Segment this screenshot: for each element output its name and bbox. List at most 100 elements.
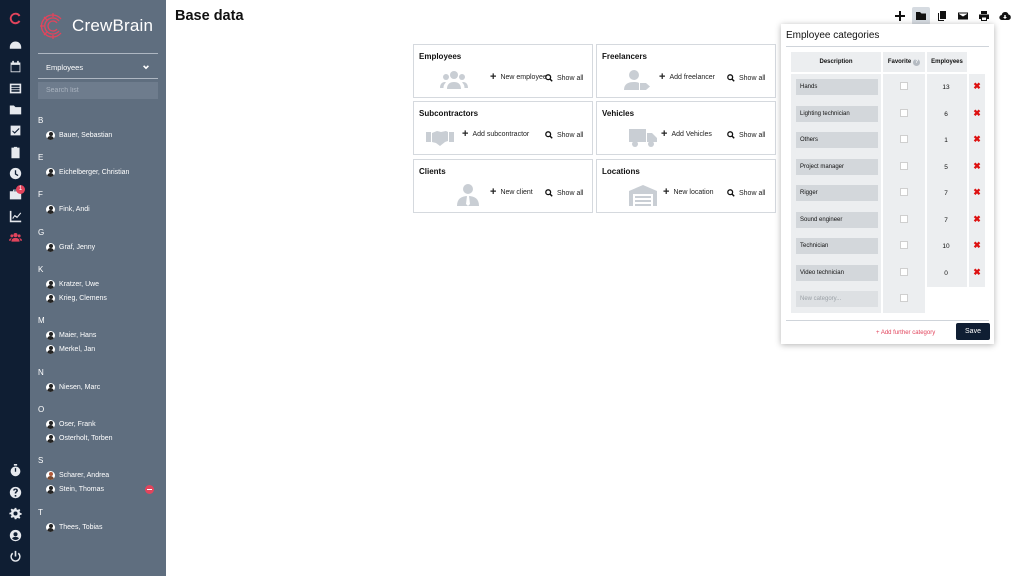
list-item[interactable]: Thees, Tobias xyxy=(38,520,158,534)
list-item[interactable]: Oser, Frank xyxy=(38,417,158,431)
handshake-icon xyxy=(426,126,454,148)
favorite-checkbox[interactable] xyxy=(900,109,908,117)
favorite-checkbox[interactable] xyxy=(900,82,908,90)
action-label: New location xyxy=(673,189,714,196)
favorite-checkbox[interactable] xyxy=(900,215,908,223)
show-all-freelancers-button[interactable]: Show all xyxy=(727,74,765,82)
list-icon[interactable] xyxy=(7,80,23,96)
help-icon[interactable]: ? xyxy=(913,58,921,66)
list-item[interactable]: Graf, Jenny xyxy=(38,240,158,254)
save-button[interactable]: Save xyxy=(956,323,990,340)
list-item[interactable]: Krieg, Clemens xyxy=(38,291,158,305)
list-item[interactable]: Scharer, Andrea xyxy=(38,468,158,482)
list-item[interactable]: Merkel, Jan xyxy=(38,342,158,356)
plus-icon xyxy=(895,11,905,21)
popup-divider xyxy=(786,320,989,321)
category-name-input[interactable]: Sound engineer xyxy=(796,212,878,228)
category-name-input[interactable]: Others xyxy=(796,132,878,148)
avatar xyxy=(46,470,55,480)
list-item[interactable]: Fink, Andi xyxy=(38,202,158,216)
delete-icon[interactable]: ✖ xyxy=(969,187,985,198)
list-item[interactable]: Kratzer, Uwe xyxy=(38,277,158,291)
favorite-checkbox[interactable] xyxy=(900,241,908,249)
favorite-checkbox[interactable] xyxy=(900,162,908,170)
show-all-clients-button[interactable]: Show all xyxy=(545,189,583,197)
delete-icon[interactable]: ✖ xyxy=(969,267,985,278)
show-all-label: Show all xyxy=(557,74,584,82)
category-name-input[interactable]: Rigger xyxy=(796,185,878,201)
new-category-input[interactable]: New category... xyxy=(796,291,878,307)
clock-icon[interactable] xyxy=(7,165,23,181)
group-letter: G xyxy=(38,228,45,237)
category-name-input[interactable]: Project manager xyxy=(796,159,878,175)
clipboard-icon[interactable] xyxy=(7,144,23,160)
delete-icon[interactable]: ✖ xyxy=(969,81,985,92)
chart-icon[interactable] xyxy=(7,208,23,224)
dashboard-icon[interactable] xyxy=(7,37,23,53)
download-button[interactable] xyxy=(996,7,1014,25)
show-all-vehicles-button[interactable]: Show all xyxy=(727,131,765,139)
delete-icon[interactable]: ✖ xyxy=(969,240,985,251)
add-further-category-link[interactable]: + Add further category xyxy=(876,330,935,336)
show-all-locations-button[interactable]: Show all xyxy=(727,189,765,197)
checkbox-icon[interactable] xyxy=(7,122,23,138)
profile-icon[interactable] xyxy=(7,527,23,543)
delete-icon[interactable]: ✖ xyxy=(969,214,985,225)
show-all-subcontractors-button[interactable]: Show all xyxy=(545,131,583,139)
mail-button[interactable] xyxy=(954,7,972,25)
favorite-checkbox[interactable] xyxy=(900,268,908,276)
warehouse-icon xyxy=(629,184,657,206)
crewbrain-logo[interactable]: CrewBrain xyxy=(38,8,158,44)
category-name-input[interactable]: Video technician xyxy=(796,265,878,281)
list-item[interactable]: Osterholt, Torben xyxy=(38,431,158,445)
category-name-input[interactable]: Technician xyxy=(796,238,878,254)
person-name: Osterholt, Torben xyxy=(59,434,113,442)
copy-button[interactable] xyxy=(933,7,951,25)
list-item[interactable]: Stein, Thomas xyxy=(38,482,158,496)
settings-icon[interactable] xyxy=(7,505,23,521)
list-group: K Kratzer, Uwe Krieg, Clemens xyxy=(38,263,158,305)
folder-icon[interactable] xyxy=(7,101,23,117)
category-name-input[interactable]: Hands xyxy=(796,79,878,95)
avatar xyxy=(46,167,55,177)
list-item[interactable]: Eichelberger, Christian xyxy=(38,165,158,179)
users-icon[interactable] xyxy=(7,229,23,245)
list-item[interactable]: Niesen, Marc xyxy=(38,380,158,394)
new-client-button[interactable]: + New client xyxy=(490,187,533,198)
list-group: O Oser, Frank Osterholt, Torben xyxy=(38,403,158,445)
group-letter: M xyxy=(38,316,45,325)
print-button[interactable] xyxy=(975,7,993,25)
col-header-description: Description xyxy=(791,52,881,72)
show-all-employees-button[interactable]: Show all xyxy=(545,74,583,82)
add-subcontractor-button[interactable]: + Add subcontractor xyxy=(462,129,529,140)
person-name: Thees, Tobias xyxy=(59,523,103,531)
list-item[interactable]: Bauer, Sebastian xyxy=(38,128,158,142)
avatar xyxy=(46,130,55,140)
crewbrain-logo-icon[interactable] xyxy=(7,10,23,26)
stopwatch-icon[interactable] xyxy=(7,462,23,478)
search-input[interactable] xyxy=(38,82,158,99)
new-employee-button[interactable]: + New employee xyxy=(490,72,547,83)
help-icon[interactable] xyxy=(7,484,23,500)
add-freelancer-button[interactable]: + Add freelancer xyxy=(659,72,715,83)
show-all-label: Show all xyxy=(557,189,584,197)
list-item[interactable]: Maier, Hans xyxy=(38,328,158,342)
delete-icon[interactable]: ✖ xyxy=(969,108,985,119)
delete-icon[interactable]: ✖ xyxy=(969,134,985,145)
favorite-checkbox[interactable] xyxy=(900,135,908,143)
favorite-checkbox[interactable] xyxy=(900,188,908,196)
categories-button[interactable] xyxy=(912,7,930,25)
calendar-icon[interactable] xyxy=(7,58,23,74)
group-letter: T xyxy=(38,508,43,517)
list-type-dropdown[interactable]: Employees xyxy=(38,58,158,76)
add-button[interactable] xyxy=(891,7,909,25)
person-name: Niesen, Marc xyxy=(59,383,101,391)
person-name: Merkel, Jan xyxy=(59,345,96,353)
action-label: Add Vehicles xyxy=(671,131,712,138)
power-icon[interactable] xyxy=(7,548,23,564)
delete-icon[interactable]: ✖ xyxy=(969,161,985,172)
category-name-input[interactable]: Lighting technician xyxy=(796,106,878,122)
favorite-checkbox[interactable] xyxy=(900,294,908,302)
add-vehicles-button[interactable]: + Add Vehicles xyxy=(661,129,712,140)
new-location-button[interactable]: + New location xyxy=(663,187,714,198)
